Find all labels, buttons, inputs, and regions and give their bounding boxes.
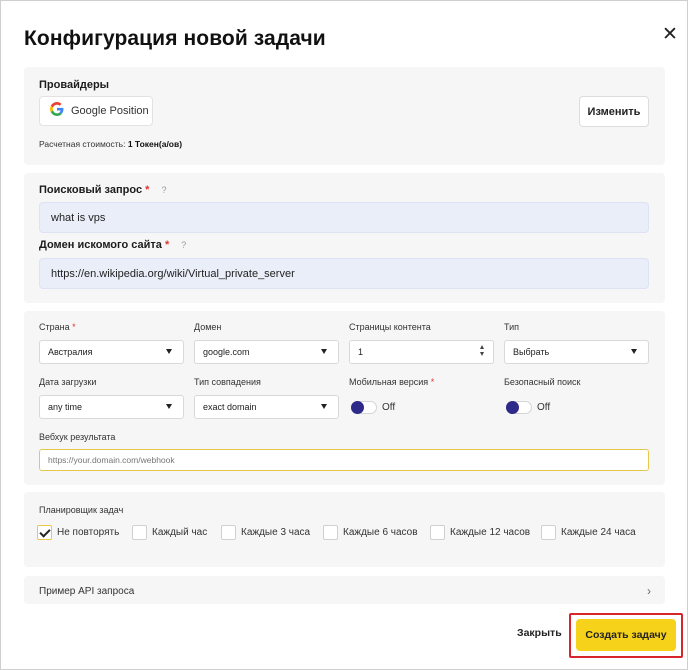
safe-search-toggle[interactable] [506,401,532,414]
close-button[interactable]: Закрыть [517,627,562,639]
cost-value: 1 Токен(а/ов) [127,139,183,149]
mobile-state: Off [382,402,396,413]
toggle-knob [506,401,519,414]
required-mark: * [72,322,76,332]
scheduler-heading: Планировщик задач [39,505,124,515]
date-label: Дата загрузки [39,377,97,387]
schedule-option-label: Каждые 3 часа [241,526,311,538]
country-value: Австралия [48,347,93,357]
caret-down-icon [321,349,327,354]
domain-label-text: Домен искомого сайта [39,239,162,251]
search-query-input[interactable]: what is vps [39,202,649,233]
required-mark: * [145,184,150,196]
caret-down-icon [321,404,327,409]
schedule-option-6h[interactable]: Каждые 6 часов [323,524,418,540]
safe-search-label: Безопасный поиск [504,377,581,387]
schedule-option-no-repeat[interactable]: Не повторять [37,524,119,540]
checkbox[interactable] [323,524,338,540]
schedule-option-label: Не повторять [57,526,120,538]
mobile-toggle[interactable] [351,401,377,414]
scheduler-section: Планировщик задач Не повторять Каждый ча… [24,492,665,567]
country-label: Страна * [39,322,76,332]
close-icon[interactable]: ✕ [659,23,681,45]
query-label: Поисковый запрос * ? [39,184,166,196]
type-label: Тип [504,322,520,332]
country-select[interactable]: Австралия [39,340,184,364]
type-select[interactable]: Выбрать [504,340,649,364]
webhook-label: Вебхук результата [39,432,116,442]
spinner-icon[interactable] [480,345,484,356]
target-domain-input[interactable]: https://en.wikipedia.org/wiki/Virtual_pr… [39,258,649,289]
date-value: any time [48,402,83,412]
checkbox[interactable] [221,524,236,540]
toggle-knob [351,401,364,414]
schedule-option-12h[interactable]: Каждые 12 часов [430,524,530,540]
type-value: Выбрать [513,347,550,357]
change-provider-button[interactable]: Изменить [579,96,649,127]
schedule-option-label: Каждые 12 часов [450,526,531,538]
safe-search-state: Off [537,402,551,413]
parameters-section: Страна * Австралия Домен google.com Стра… [24,311,665,485]
pages-stepper[interactable]: 1 [349,340,494,364]
checkbox-checked[interactable] [37,524,52,540]
required-mark: * [430,377,435,387]
cost-prefix: Расчетная стоимость: [39,139,126,149]
task-config-dialog: Конфигурация новой задачи ✕ Провайдеры G… [0,0,688,670]
api-example-label: Пример API запроса [39,586,135,597]
provider-chip[interactable]: Google Position [39,96,153,126]
help-icon[interactable]: ? [181,240,186,250]
create-task-button[interactable]: Создать задачу [576,619,676,651]
schedule-option-hourly[interactable]: Каждый час [132,524,207,540]
providers-heading: Провайдеры [39,79,110,91]
domain-label: Домен искомого сайта * ? [39,239,186,251]
provider-name: Google Position [71,105,149,117]
caret-down-icon [166,349,172,354]
schedule-option-label: Каждые 6 часов [343,526,418,538]
checkbox[interactable] [132,524,147,540]
chevron-right-icon[interactable]: › [647,584,651,598]
caret-down-icon [166,404,172,409]
checkbox[interactable] [541,524,556,540]
checkbox[interactable] [430,524,445,540]
mobile-label-text: Мобильная версия [349,377,429,387]
required-mark: * [164,239,170,251]
date-select[interactable]: any time [39,395,184,419]
pages-label: Страницы контента [349,322,431,332]
search-domain-select[interactable]: google.com [194,340,339,364]
pages-value: 1 [358,347,364,357]
mobile-label: Мобильная версия * [349,377,434,387]
schedule-option-label: Каждый час [152,526,208,538]
match-type-label: Тип совпадения [194,377,261,387]
schedule-option-3h[interactable]: Каждые 3 часа [221,524,310,540]
country-label-text: Страна [39,322,70,332]
search-section: Поисковый запрос * ? what is vps Домен и… [24,173,665,303]
google-g-icon [50,101,64,121]
schedule-option-label: Каждые 24 часа [561,526,636,538]
schedule-option-24h[interactable]: Каждые 24 часа [541,524,636,540]
estimated-cost: Расчетная стоимость: 1 Токен(а/ов) [39,139,182,149]
query-label-text: Поисковый запрос [39,184,143,196]
webhook-input[interactable] [39,449,649,471]
dialog-title: Конфигурация новой задачи [24,27,326,50]
match-type-value: exact domain [203,402,257,412]
help-icon[interactable]: ? [161,185,166,195]
caret-down-icon [631,349,637,354]
match-type-select[interactable]: exact domain [194,395,339,419]
search-domain-label: Домен [194,322,222,332]
providers-section: Провайдеры Google Position Изменить Расч… [24,67,665,165]
search-domain-value: google.com [203,347,250,357]
api-example-section[interactable]: Пример API запроса › [24,576,665,604]
